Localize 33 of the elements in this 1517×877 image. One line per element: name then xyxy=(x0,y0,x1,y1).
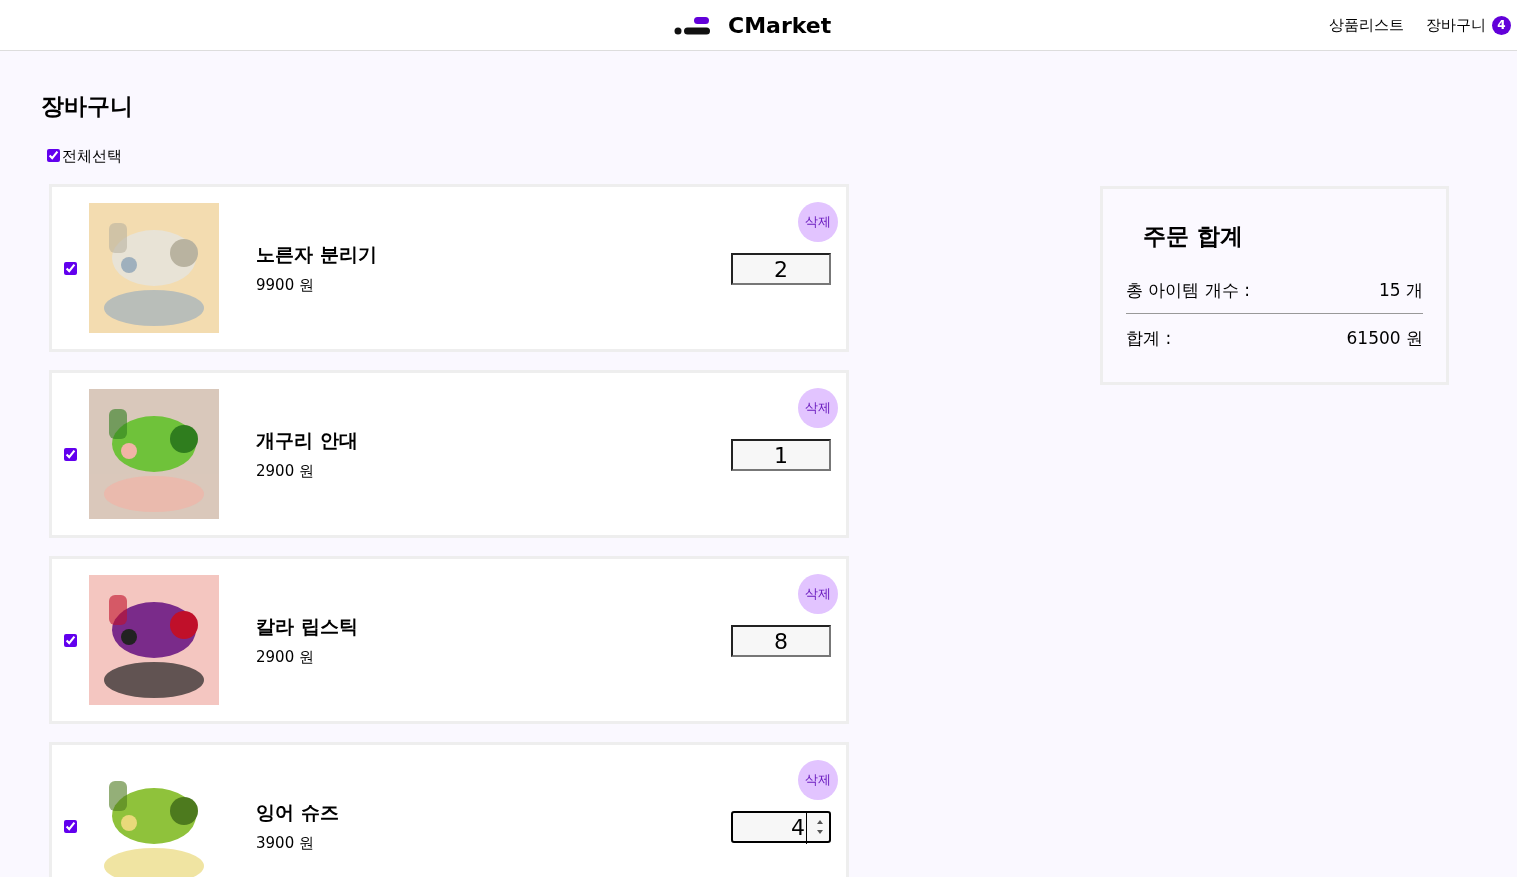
summary-label: 총 아이템 개수 : xyxy=(1126,278,1250,302)
product-name: 잉어 슈즈 xyxy=(256,799,339,825)
delete-button[interactable]: 삭제 xyxy=(798,202,838,242)
product-name: 개구리 안대 xyxy=(256,427,358,453)
quantity-field[interactable]: 4 xyxy=(731,811,831,843)
product-price: 9900 원 xyxy=(256,275,315,296)
quantity-field[interactable]: 8 xyxy=(731,625,831,657)
summary-label: 합계 : xyxy=(1126,327,1172,350)
delete-button[interactable]: 삭제 xyxy=(798,574,838,614)
nav-link[interactable]: 장바구니 xyxy=(1426,13,1486,37)
select-all-checkbox[interactable] xyxy=(47,149,60,163)
select-all-label: 전체선택 xyxy=(62,145,122,167)
quantity-field[interactable]: 1 xyxy=(731,439,831,471)
cart-count-badge: 4 xyxy=(1492,15,1511,35)
product-name: 노른자 분리기 xyxy=(256,241,377,267)
item-checkbox[interactable] xyxy=(64,819,77,833)
item-checkbox[interactable] xyxy=(64,261,77,275)
summary-value: 15 개 xyxy=(1378,278,1423,302)
product-price: 3900 원 xyxy=(256,833,315,854)
delete-button[interactable]: 삭제 xyxy=(798,760,838,800)
summary-title: 주문 합계 xyxy=(1143,222,1244,251)
page-title: 장바구니 xyxy=(41,92,134,121)
item-checkbox[interactable] xyxy=(64,447,77,461)
product-price: 2900 원 xyxy=(256,647,315,668)
product-price: 2900 원 xyxy=(256,461,315,482)
delete-button[interactable]: 삭제 xyxy=(798,388,838,428)
item-checkbox[interactable] xyxy=(64,633,77,647)
logo-icon xyxy=(674,15,710,36)
quantity-field[interactable]: 2 xyxy=(731,253,831,285)
product-name: 칼라 립스틱 xyxy=(256,613,358,639)
logo-text: CMarket xyxy=(728,12,832,40)
summary-value: 61500 원 xyxy=(1346,327,1423,350)
nav-link[interactable]: 상품리스트 xyxy=(1329,13,1404,37)
